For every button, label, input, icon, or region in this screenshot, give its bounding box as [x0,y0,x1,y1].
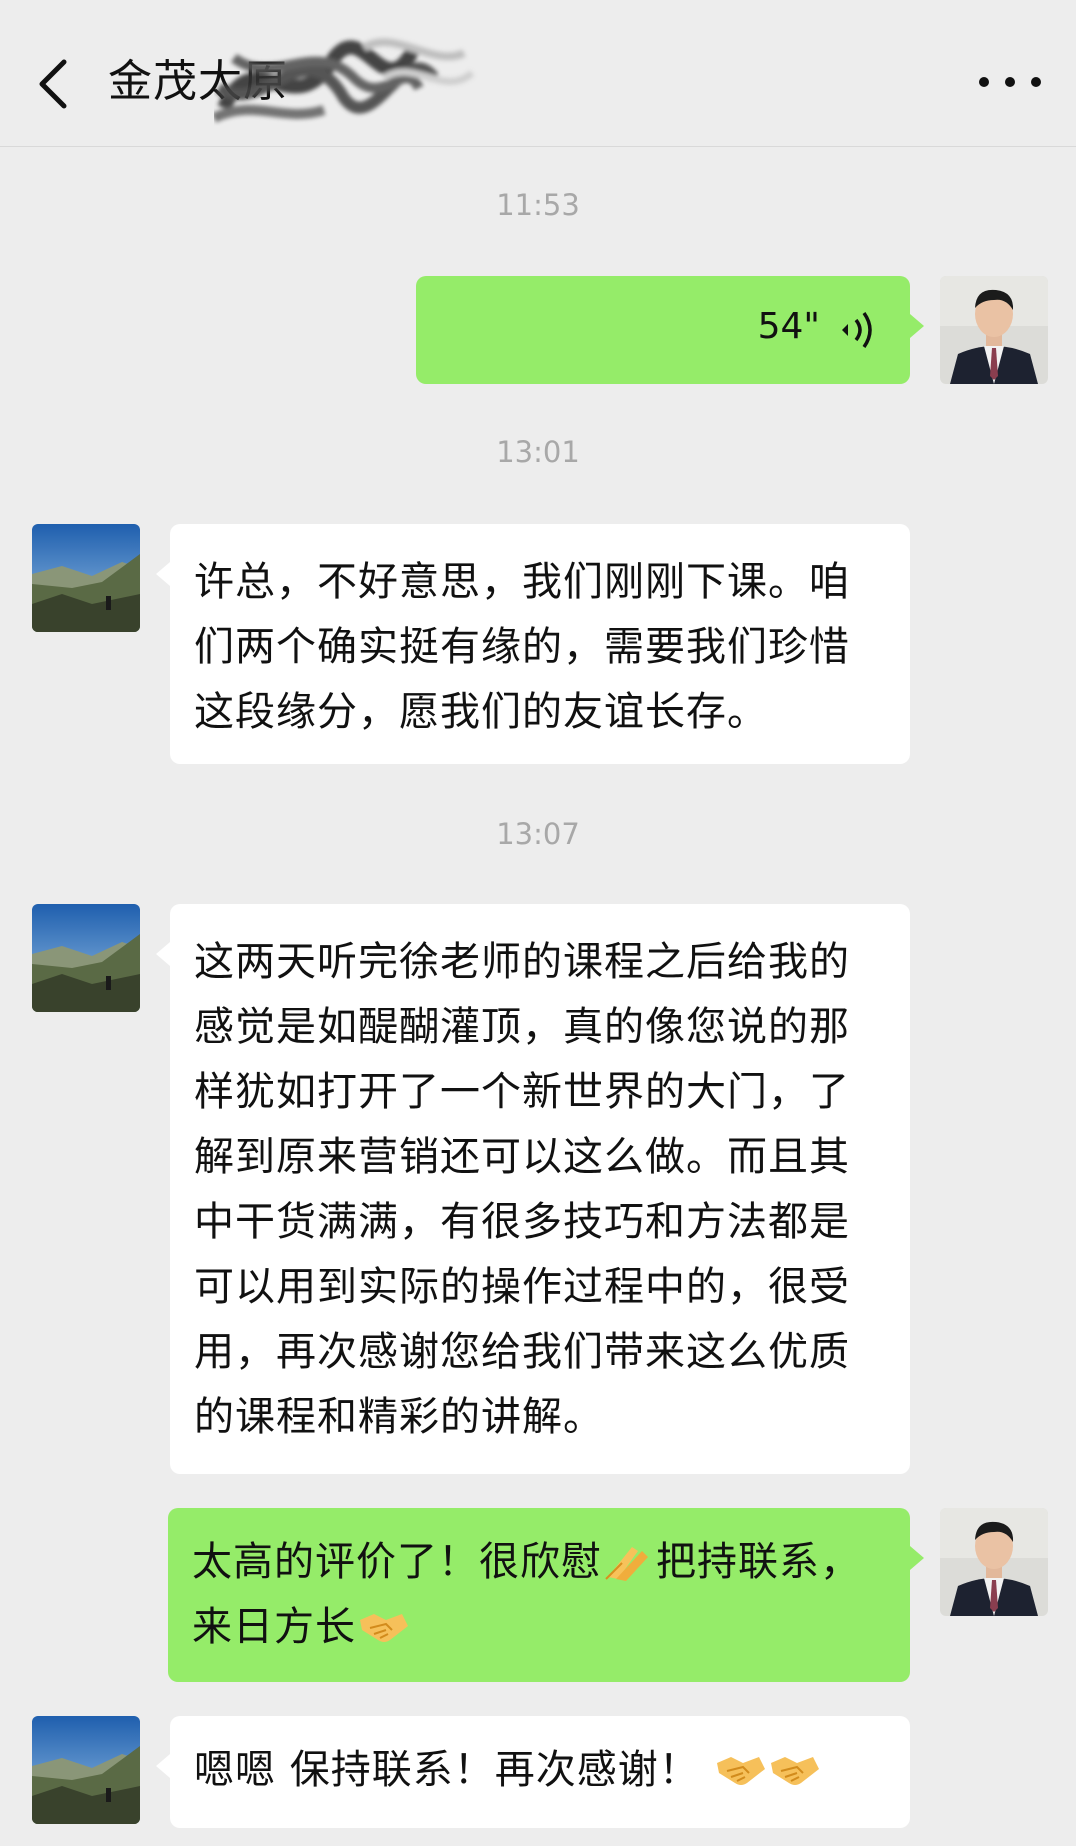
self-avatar[interactable] [940,276,1048,384]
self-avatar[interactable] [940,1508,1048,1616]
voice-duration: 54" [757,306,820,347]
handshake-emoji [717,1757,766,1785]
voice-wave-icon [842,311,872,349]
message-bubble[interactable]: 太高的评价了！很欣慰 把持联系，来日方长 [168,1508,924,1682]
voice-message-bubble[interactable]: 54" [416,276,924,384]
handshake-emoji [771,1757,820,1785]
message-bubble[interactable]: 嗯嗯 保持联系！再次感谢！ [156,1716,910,1828]
chevron-left-icon [39,59,67,109]
back-button[interactable] [30,48,80,118]
message-text: 太高的评价了！很欣慰 把持联系，来日方长 [192,1530,886,1660]
contact-avatar[interactable] [32,1716,140,1824]
message-text: 嗯嗯 保持联系！再次感谢！ [194,1738,886,1803]
chat-header: 金茂太原 [0,0,1076,147]
folded-hands-emoji [605,1547,648,1581]
message-bubble[interactable]: 这两天听完徐老师的课程之后给我的感觉是如醍醐灌顶，真的像您说的那样犹如打开了一个… [156,904,910,1474]
contact-avatar[interactable] [32,524,140,632]
timestamp: 11:53 [496,188,580,222]
more-button[interactable] [970,60,1050,100]
contact-avatar[interactable] [32,904,140,1012]
message-bubble[interactable]: 许总，不好意思，我们刚刚下课。咱们两个确实挺有缘的，需要我们珍惜这段缘分，愿我们… [156,524,910,764]
redaction-scribble [214,38,475,123]
timestamp: 13:01 [496,435,580,469]
message-text: 这两天听完徐老师的课程之后给我的感觉是如醍醐灌顶，真的像您说的那样犹如打开了一个… [194,939,850,1440]
more-dots-icon [979,77,1041,87]
message-text: 许总，不好意思，我们刚刚下课。咱们两个确实挺有缘的，需要我们珍惜这段缘分，愿我们… [194,559,850,735]
message-text-part: 太高的评价了！很欣慰 [192,1539,602,1585]
handshake-emoji [360,1614,408,1642]
timestamp: 13:07 [496,817,580,851]
message-text-part: 嗯嗯 保持联系！再次感谢！ [194,1747,700,1793]
